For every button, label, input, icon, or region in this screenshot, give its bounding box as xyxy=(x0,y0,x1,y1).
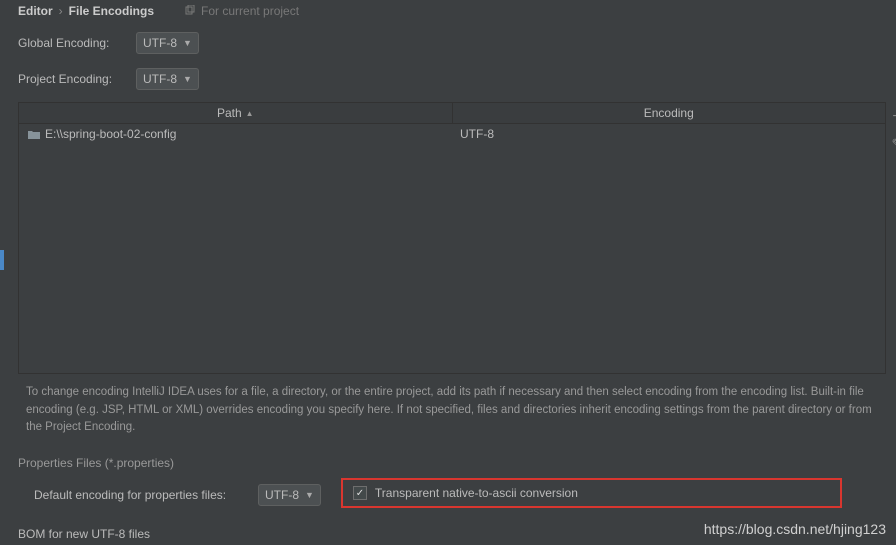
watermark: https://blog.csdn.net/hjing123 xyxy=(704,521,886,537)
table-toolbar: + ✎ xyxy=(887,103,896,152)
encoding-table: Path ▲ Encoding E:\\spring-boot-02-confi… xyxy=(18,102,886,374)
project-hint-text: For current project xyxy=(201,4,299,18)
sort-asc-icon: ▲ xyxy=(246,109,254,118)
edit-button[interactable]: ✎ xyxy=(887,136,896,152)
breadcrumb-file-encodings: File Encodings xyxy=(69,4,154,18)
chevron-down-icon: ▼ xyxy=(305,490,314,500)
path-text: E:\\spring-boot-02-config xyxy=(45,127,176,141)
help-description: To change encoding IntelliJ IDEA uses fo… xyxy=(8,374,896,446)
table-row[interactable]: E:\\spring-boot-02-config UTF-8 xyxy=(19,124,885,144)
chevron-down-icon: ▼ xyxy=(183,74,192,84)
properties-section-title: Properties Files (*.properties) xyxy=(8,452,896,474)
global-encoding-value: UTF-8 xyxy=(143,36,177,50)
default-props-encoding-value: UTF-8 xyxy=(265,488,299,502)
global-encoding-combo[interactable]: UTF-8 ▼ xyxy=(136,32,199,54)
column-header-encoding[interactable]: Encoding xyxy=(453,103,886,123)
breadcrumb: Editor › File Encodings For current proj… xyxy=(8,0,896,22)
project-scope-hint: For current project xyxy=(184,4,299,18)
default-props-encoding-combo[interactable]: UTF-8 ▼ xyxy=(258,484,321,506)
breadcrumb-editor[interactable]: Editor xyxy=(18,4,53,18)
add-button[interactable]: + xyxy=(887,108,896,126)
checkbox-icon: ✓ xyxy=(353,486,367,500)
checkbox-label: Transparent native-to-ascii conversion xyxy=(375,486,578,500)
transparent-conversion-checkbox[interactable]: ✓ Transparent native-to-ascii conversion xyxy=(353,486,578,500)
cell-encoding[interactable]: UTF-8 xyxy=(452,124,885,144)
folder-icon xyxy=(27,129,41,140)
global-encoding-label: Global Encoding: xyxy=(18,36,128,50)
breadcrumb-separator: › xyxy=(59,4,63,18)
copy-icon xyxy=(184,5,196,17)
chevron-down-icon: ▼ xyxy=(183,38,192,48)
column-header-path[interactable]: Path ▲ xyxy=(19,103,453,123)
project-encoding-label: Project Encoding: xyxy=(18,72,128,86)
cell-path: E:\\spring-boot-02-config xyxy=(19,124,452,144)
project-encoding-value: UTF-8 xyxy=(143,72,177,86)
table-body: E:\\spring-boot-02-config UTF-8 xyxy=(19,124,885,373)
table-header: Path ▲ Encoding xyxy=(19,103,885,124)
highlighted-option: ✓ Transparent native-to-ascii conversion xyxy=(341,478,842,508)
project-encoding-combo[interactable]: UTF-8 ▼ xyxy=(136,68,199,90)
default-props-encoding-label: Default encoding for properties files: xyxy=(18,488,250,502)
selection-indicator xyxy=(0,250,4,270)
